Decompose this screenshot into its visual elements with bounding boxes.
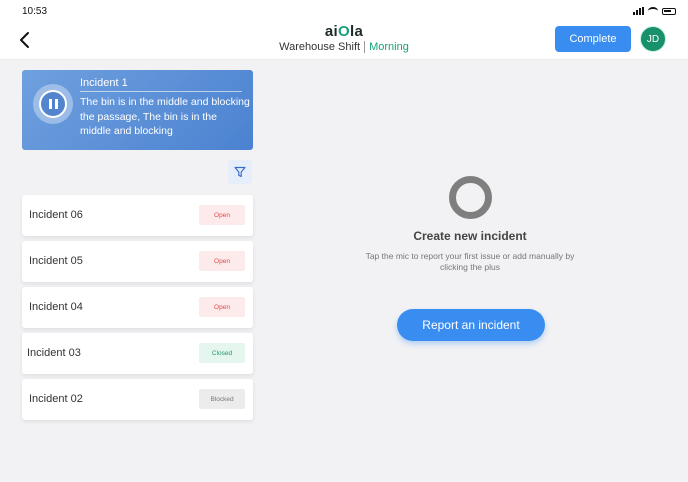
incident-name: Incident 06 — [29, 209, 83, 221]
incident-name: Incident 02 — [29, 393, 83, 405]
status-icons — [633, 7, 676, 15]
active-incident-card[interactable]: Incident 1 The bin is in the middle and … — [22, 70, 253, 150]
empty-state-title: Create new incident — [413, 229, 527, 243]
incident-item[interactable]: Incident 02 Blocked — [22, 379, 253, 420]
status-badge: Open — [199, 205, 245, 225]
status-time: 10:53 — [22, 5, 48, 17]
active-incident-description: The bin is in the middle and blocking th… — [80, 96, 250, 137]
status-badge: Closed — [199, 343, 245, 363]
status-badge: Open — [199, 251, 245, 271]
empty-state-description: Tap the mic to report your first issue o… — [365, 251, 575, 272]
incident-name: Incident 04 — [29, 301, 83, 313]
subtitle-divider — [364, 41, 366, 54]
incident-item[interactable]: Incident 06 Open — [22, 195, 253, 236]
filter-button[interactable] — [228, 160, 252, 184]
user-avatar[interactable]: JD — [640, 26, 666, 52]
shift-label: Morning — [369, 41, 409, 53]
complete-button[interactable]: Complete — [555, 26, 631, 52]
report-incident-button[interactable]: Report an incident — [397, 309, 545, 341]
incident-item[interactable]: Incident 04 Open — [22, 287, 253, 328]
signal-icon — [633, 7, 644, 15]
active-incident-title: Incident 1 — [80, 77, 128, 89]
incident-item[interactable]: Incident 03 Closed — [22, 333, 253, 374]
battery-icon — [662, 7, 676, 15]
incident-item[interactable]: Incident 05 Open — [22, 241, 253, 282]
filter-icon — [234, 166, 246, 178]
location-label: Warehouse Shift — [279, 41, 361, 53]
wifi-icon — [648, 7, 658, 15]
status-badge: Open — [199, 297, 245, 317]
active-incident-divider — [80, 91, 242, 92]
app-header: aiOla Warehouse Shift Morning Complete JD — [0, 22, 688, 60]
empty-state-ring-icon — [449, 176, 492, 219]
incident-name: Incident 03 — [27, 347, 81, 359]
pause-icon — [39, 90, 67, 118]
status-bar: 10:53 — [0, 0, 688, 22]
status-badge: Blocked — [199, 389, 245, 409]
pause-button[interactable] — [33, 84, 73, 124]
incident-name: Incident 05 — [29, 255, 83, 267]
